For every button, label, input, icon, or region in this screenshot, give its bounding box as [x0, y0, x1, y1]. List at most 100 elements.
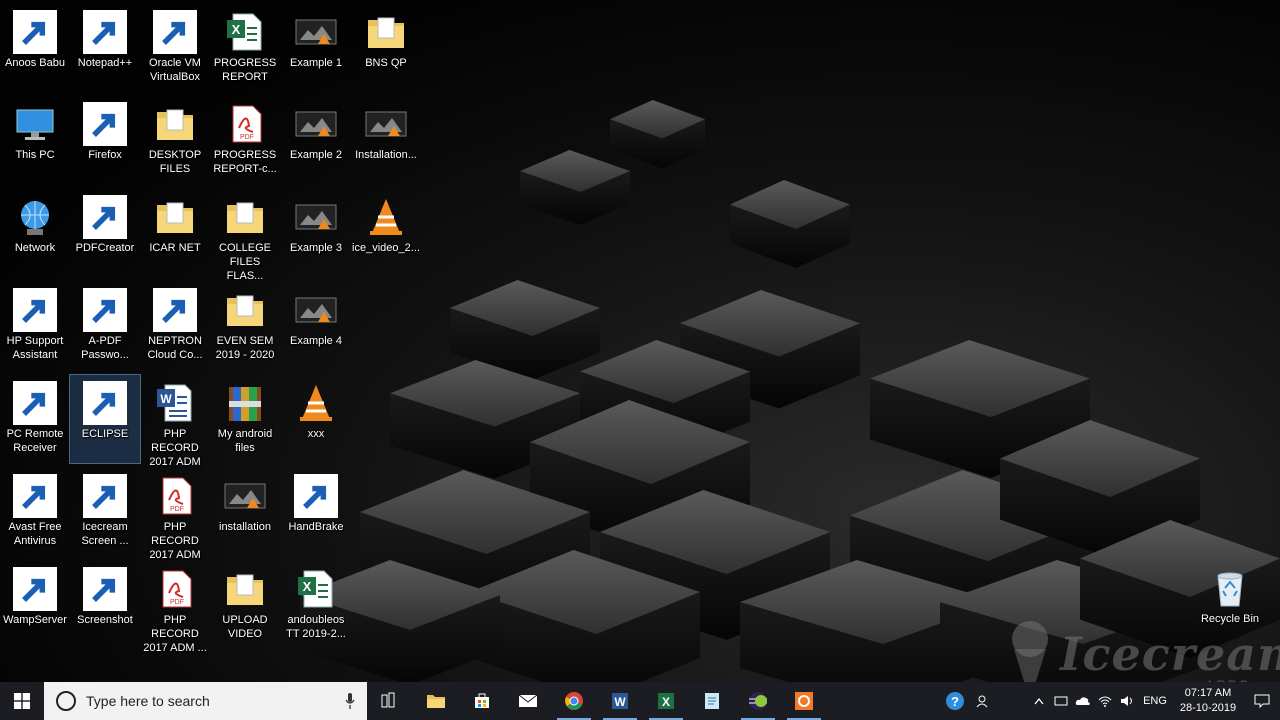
desktop-icon-desktop-files[interactable]: DESKTOP FILES: [140, 96, 210, 184]
desktop-icon-example-1[interactable]: Example 1: [281, 4, 351, 92]
onedrive-icon[interactable]: [1072, 682, 1094, 720]
desktop-icon-icar-net[interactable]: ICAR NET: [140, 189, 210, 277]
desktop-icon-this-pc[interactable]: This PC: [0, 96, 70, 184]
desktop-icon-label: BNS QP: [365, 57, 407, 69]
volume-icon[interactable]: [1116, 682, 1138, 720]
desktop-icon-notepad[interactable]: Notepad++: [70, 4, 140, 92]
desktop-icon-screenshot[interactable]: Screenshot: [70, 561, 140, 649]
desktop-icon-label: COLLEGE FILES FLAS...: [219, 242, 271, 282]
desktop-icon-network[interactable]: Network: [0, 189, 70, 277]
handbrake-icon: [294, 474, 338, 518]
pdf-file-icon: PDF: [153, 474, 197, 518]
taskbar-notepad[interactable]: [689, 682, 735, 720]
desktop-icon-label: ice_video_2...: [352, 242, 420, 254]
store-icon: [475, 693, 489, 708]
folder-icon: [223, 195, 267, 239]
pinned-app-icon[interactable]: [994, 682, 1028, 720]
notification-center-button[interactable]: [1244, 682, 1280, 720]
search-placeholder: Type here to search: [86, 693, 210, 709]
taskbar-eclipse[interactable]: [735, 682, 781, 720]
user-folder-icon: [13, 10, 57, 54]
recycle-bin-label: Recycle Bin: [1200, 613, 1260, 625]
desktop-icon-andoubleos-tt-2019-2[interactable]: Xandoubleos TT 2019-2...: [281, 561, 351, 649]
desktop-icon-college-files-flas[interactable]: COLLEGE FILES FLAS...: [210, 189, 280, 282]
icecream-icon: [795, 692, 813, 710]
desktop-icon-label: PDFCreator: [75, 242, 135, 254]
desktop-icon-icecream-screen[interactable]: Icecream Screen ...: [70, 468, 140, 556]
start-button[interactable]: [0, 682, 44, 720]
desktop-icon-progress-report-c[interactable]: PDF PROGRESS REPORT-c...: [210, 96, 280, 184]
taskbar-word[interactable]: W: [597, 682, 643, 720]
taskbar-file-explorer[interactable]: [413, 682, 459, 720]
desktop-icon-even-sem-2019-2020[interactable]: EVEN SEM 2019 - 2020: [210, 282, 280, 370]
help-icon[interactable]: ?: [938, 682, 972, 720]
desktop-icon-installation[interactable]: Installation...: [351, 96, 421, 184]
neptron-icon: [153, 288, 197, 332]
archive-icon: [223, 381, 267, 425]
video-file-icon: [294, 195, 338, 239]
excel-file-icon: X: [223, 10, 267, 54]
desktop-icon-wampserver[interactable]: WampServer: [0, 561, 70, 649]
desktop-icon-ice-video-2[interactable]: ice_video_2...: [351, 189, 421, 277]
taskbar-excel[interactable]: X: [643, 682, 689, 720]
folder-icon: [223, 567, 267, 611]
taskbar-chrome[interactable]: [551, 682, 597, 720]
desktop-icon-label: Anoos Babu: [5, 57, 65, 69]
taskbar-icecream[interactable]: [781, 682, 827, 720]
desktop-icon-xxx[interactable]: xxx: [281, 375, 351, 463]
svg-text:X: X: [662, 695, 670, 709]
icecream-icon: [83, 474, 127, 518]
desktop-icon-hp-support-assistant[interactable]: ? HP Support Assistant: [0, 282, 70, 370]
folder-icon: [153, 195, 197, 239]
desktop-icon-example-4[interactable]: Example 4: [281, 282, 351, 370]
microphone-icon[interactable]: [345, 693, 355, 709]
people-icon[interactable]: [972, 682, 994, 720]
desktop-icon-installation[interactable]: installation: [210, 468, 280, 556]
desktop-icon-handbrake[interactable]: HandBrake: [281, 468, 351, 556]
desktop-icon-upload-video[interactable]: UPLOAD VIDEO: [210, 561, 280, 649]
desktop-icon-eclipse[interactable]: ECLIPSE: [69, 374, 141, 464]
desktop-icon-progress-report[interactable]: X PROGRESS REPORT: [210, 4, 280, 92]
desktop-icon-example-2[interactable]: Example 2: [281, 96, 351, 184]
desktop-icon-label: A-PDF Passwo...: [81, 335, 129, 361]
desktop-icon-label: ECLIPSE: [81, 428, 129, 440]
desktop-icon-label: Example 4: [290, 335, 342, 347]
desktop-icon-example-3[interactable]: Example 3: [281, 189, 351, 277]
taskbar-search-box[interactable]: Type here to search: [44, 682, 367, 720]
chevron-up-icon[interactable]: [1028, 682, 1050, 720]
desktop-icon-php-record-2017-adm[interactable]: PDF PHP RECORD 2017 ADM: [140, 468, 210, 561]
desktop-icon-label: NEPTRON Cloud Co...: [147, 335, 203, 361]
desktop-icon-oracle-vm-virtualbox[interactable]: Oracle VM VirtualBox: [140, 4, 210, 92]
cortana-icon: [56, 691, 76, 711]
desktop-icon-a-pdf-passwo[interactable]: PDF A-PDF Passwo...: [70, 282, 140, 370]
clock[interactable]: 07:17 AM 28-10-2019: [1172, 686, 1244, 716]
language-indicator[interactable]: ENG: [1138, 682, 1172, 720]
desktop-icon-label: Example 1: [290, 57, 342, 69]
desktop-icon-anoos-babu[interactable]: Anoos Babu: [0, 4, 70, 92]
desktop-icon-pdfcreator[interactable]: PDF PDFCreator: [70, 189, 140, 277]
taskbar-store[interactable]: [459, 682, 505, 720]
taskbar-task-view[interactable]: [367, 682, 413, 720]
desktop-icon-label: Firefox: [88, 149, 122, 161]
desktop-icon-label: My android files: [217, 428, 273, 454]
desktop-icon-label: installation: [219, 521, 271, 533]
desktop-icon-neptron-cloud-co[interactable]: NEPTRON Cloud Co...: [140, 282, 210, 370]
desktop-icon-php-record-2017-adm[interactable]: W PHP RECORD 2017 ADM: [140, 375, 210, 468]
computer-icon: [13, 102, 57, 146]
recycle-bin[interactable]: Recycle Bin: [1195, 560, 1265, 640]
folder-icon: [427, 695, 445, 708]
desktop-icon-php-record-2017-adm[interactable]: PDF PHP RECORD 2017 ADM ...: [140, 561, 210, 654]
wallpaper-cubes: [300, 100, 1280, 682]
desktop-icon-bns-qp[interactable]: BNS QP: [351, 4, 421, 92]
desktop-icon-firefox[interactable]: Firefox: [70, 96, 140, 184]
desktop-icon-my-android-files[interactable]: My android files: [210, 375, 280, 463]
desktop-icon-label: Installation...: [355, 149, 417, 161]
wifi-icon[interactable]: [1094, 682, 1116, 720]
desktop-icon-avast-free-antivirus[interactable]: Avast Free Antivirus: [0, 468, 70, 556]
taskbar-mail[interactable]: [505, 682, 551, 720]
video-file-icon: [223, 474, 267, 518]
desktop-icon-pc-remote-receiver[interactable]: PC Remote Receiver: [0, 375, 70, 463]
svg-text:X: X: [232, 22, 241, 37]
device-icon[interactable]: [1050, 682, 1072, 720]
desktop-icon-label: UPLOAD VIDEO: [222, 614, 268, 640]
